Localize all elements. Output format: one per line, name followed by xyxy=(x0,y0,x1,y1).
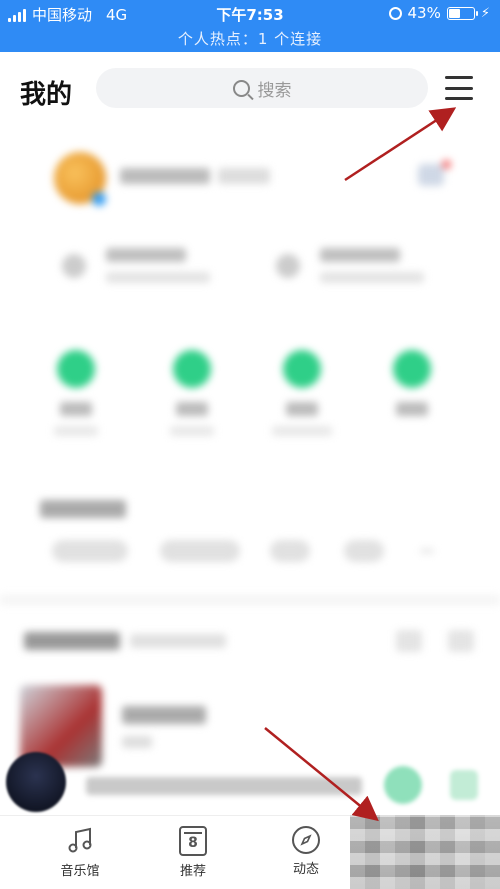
status-bar: 中国移动 4G 下午7:53 43% ⚡ 个人热点：1 个连接 xyxy=(0,0,500,52)
nav-label: 音乐馆 xyxy=(60,864,100,879)
heart-icon xyxy=(57,350,95,388)
nav-label: 动态 xyxy=(292,862,319,877)
hotspot-banner[interactable]: 个人热点：1 个连接 xyxy=(0,28,500,49)
playlist-section-title[interactable] xyxy=(24,632,120,650)
import-icon[interactable] xyxy=(396,630,422,652)
calendar-icon: 8 xyxy=(179,826,207,856)
charging-icon: ⚡ xyxy=(480,5,490,21)
quick-action-local[interactable] xyxy=(272,350,332,450)
username-placeholder[interactable] xyxy=(120,168,210,184)
pixelated-region xyxy=(350,815,500,889)
clock-icon xyxy=(173,350,211,388)
menu-button[interactable] xyxy=(445,76,473,100)
section-title xyxy=(40,500,126,518)
playlist-section-sub[interactable] xyxy=(130,634,226,648)
compass-icon xyxy=(292,826,320,854)
profile-content-blurred xyxy=(0,120,500,810)
playlist-name[interactable] xyxy=(122,706,206,724)
quick-action-purchased[interactable] xyxy=(382,350,442,450)
battery-icon xyxy=(446,6,478,20)
search-placeholder: 搜索 xyxy=(257,80,292,101)
more-chip[interactable] xyxy=(420,549,434,553)
message-icon[interactable] xyxy=(418,164,444,186)
playlist-count xyxy=(122,736,152,748)
hamburger-icon xyxy=(445,76,473,79)
membership-card-2[interactable] xyxy=(276,242,476,298)
nav-item-recommend[interactable]: 8 推荐 xyxy=(143,826,243,879)
alarm-icon xyxy=(388,6,402,20)
more-icon[interactable] xyxy=(448,630,474,652)
card-icon xyxy=(62,254,86,278)
nav-label: 推荐 xyxy=(179,864,206,879)
level-badge[interactable] xyxy=(218,168,270,184)
mini-player-cover[interactable] xyxy=(6,752,66,812)
mini-player-title[interactable] xyxy=(86,777,362,795)
tag-chip[interactable] xyxy=(52,540,128,562)
playlist-icon[interactable] xyxy=(450,770,478,800)
music-note-icon xyxy=(66,826,94,856)
divider xyxy=(0,595,500,605)
bag-icon xyxy=(393,350,431,388)
membership-card-1[interactable] xyxy=(62,242,262,298)
search-bar[interactable]: 搜索 xyxy=(96,68,428,108)
tag-chip[interactable] xyxy=(160,540,240,562)
page-title: 我的 xyxy=(20,80,73,110)
card-icon xyxy=(276,254,300,278)
quick-action-recent[interactable] xyxy=(162,350,222,450)
nav-item-music-hall[interactable]: 音乐馆 xyxy=(30,826,130,879)
nav-item-feed[interactable]: 动态 xyxy=(256,826,356,877)
play-icon[interactable] xyxy=(384,766,422,804)
tag-chip[interactable] xyxy=(344,540,384,562)
verified-badge-icon xyxy=(92,192,106,206)
search-icon xyxy=(232,79,250,97)
battery-percent: 43% xyxy=(407,4,441,22)
download-icon xyxy=(283,350,321,388)
quick-action-favorites[interactable] xyxy=(46,350,106,450)
notification-dot xyxy=(442,160,451,169)
tag-chip[interactable] xyxy=(270,540,310,562)
